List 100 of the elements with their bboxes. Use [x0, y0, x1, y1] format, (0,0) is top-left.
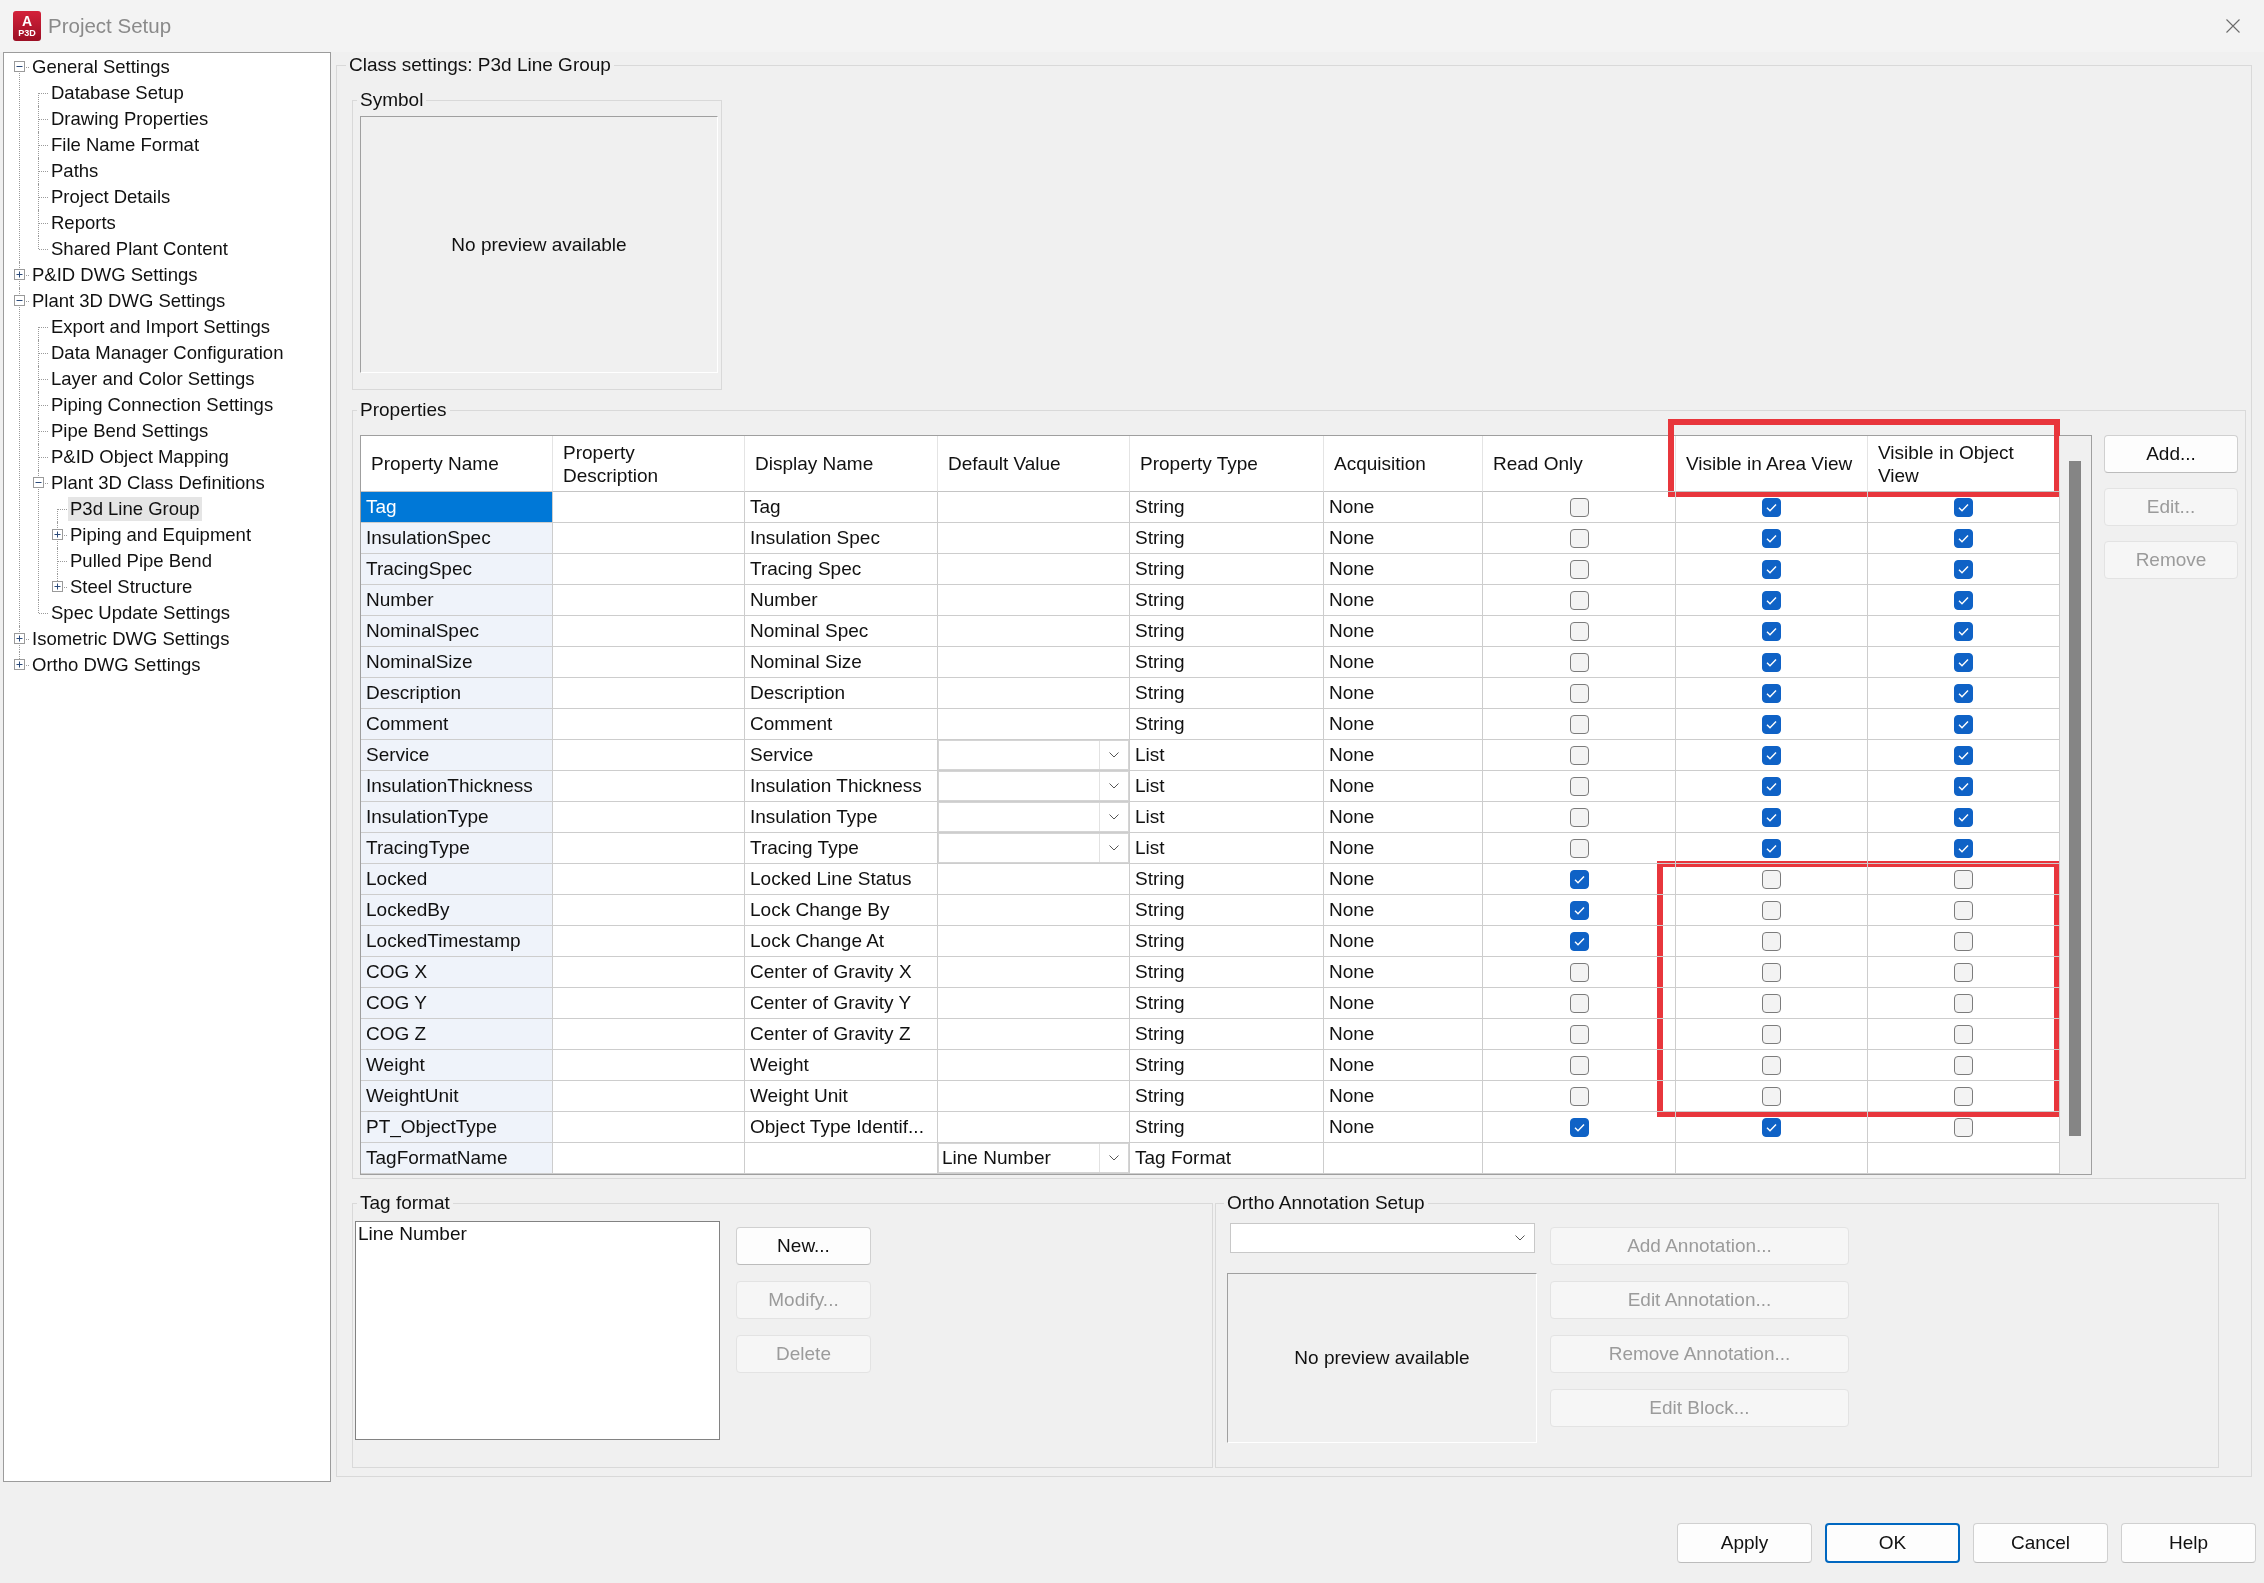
checkbox[interactable]: [1954, 1117, 1973, 1137]
plus-box-icon[interactable]: [52, 581, 63, 592]
checkbox[interactable]: [1569, 559, 1589, 579]
table-cell[interactable]: COG Y: [361, 988, 553, 1019]
plus-box-icon[interactable]: [14, 633, 25, 644]
tree-item[interactable]: General Settings: [30, 55, 172, 79]
checkbox[interactable]: [1954, 838, 1973, 858]
table-cell[interactable]: PT_ObjectType: [361, 1112, 553, 1143]
table-cell[interactable]: InsulationSpec: [361, 523, 553, 554]
tree-item[interactable]: Shared Plant Content: [49, 237, 230, 261]
tree-item[interactable]: Spec Update Settings: [49, 601, 232, 625]
table-cell[interactable]: TracingType: [361, 833, 553, 864]
table-cell[interactable]: Weight: [361, 1050, 553, 1081]
checkbox[interactable]: [1569, 869, 1589, 889]
table-cell[interactable]: Service: [361, 740, 553, 771]
table-cell[interactable]: TagFormatName: [361, 1143, 553, 1174]
column-header[interactable]: Visible in Area View: [1676, 436, 1868, 492]
checkbox[interactable]: [1954, 590, 1973, 610]
tree-item[interactable]: Paths: [49, 159, 101, 183]
checkbox[interactable]: [1569, 993, 1589, 1013]
table-cell[interactable]: NominalSize: [361, 647, 553, 678]
table-cell[interactable]: COG X: [361, 957, 553, 988]
checkbox[interactable]: [1954, 745, 1973, 765]
checkbox[interactable]: [1569, 497, 1589, 517]
checkbox[interactable]: [1569, 590, 1589, 610]
help-button[interactable]: Help: [2121, 1523, 2256, 1563]
apply-button[interactable]: Apply: [1677, 1523, 1812, 1563]
checkbox[interactable]: [1762, 528, 1781, 548]
default-value-dropdown[interactable]: Line Number: [938, 1143, 1129, 1173]
tree-item[interactable]: Pipe Bend Settings: [49, 419, 211, 443]
table-cell[interactable]: InsulationThickness: [361, 771, 553, 802]
tree-item[interactable]: Export and Import Settings: [49, 315, 273, 339]
checkbox[interactable]: [1954, 931, 1973, 951]
minus-box-icon[interactable]: [14, 295, 25, 306]
checkbox[interactable]: [1954, 497, 1973, 517]
add-button[interactable]: Add...: [2104, 435, 2238, 473]
tree-item[interactable]: Data Manager Configuration: [49, 341, 286, 365]
checkbox[interactable]: [1762, 621, 1781, 641]
checkbox[interactable]: [1954, 714, 1973, 734]
table-cell[interactable]: LockedBy: [361, 895, 553, 926]
checkbox[interactable]: [1762, 1024, 1781, 1044]
checkbox[interactable]: [1762, 931, 1781, 951]
checkbox[interactable]: [1762, 1117, 1781, 1137]
checkbox[interactable]: [1954, 621, 1973, 641]
checkbox[interactable]: [1569, 838, 1589, 858]
checkbox[interactable]: [1762, 838, 1781, 858]
checkbox[interactable]: [1954, 962, 1973, 982]
checkbox[interactable]: [1954, 1086, 1973, 1106]
table-cell[interactable]: Tag: [361, 492, 553, 523]
tree-item[interactable]: P3d Line Group: [68, 497, 202, 521]
table-cell[interactable]: NominalSpec: [361, 616, 553, 647]
column-header[interactable]: Display Name: [745, 436, 938, 492]
minus-box-icon[interactable]: [33, 477, 44, 488]
tree-item[interactable]: Plant 3D Class Definitions: [49, 471, 267, 495]
checkbox[interactable]: [1954, 993, 1973, 1013]
checkbox[interactable]: [1569, 1055, 1589, 1075]
checkbox[interactable]: [1954, 528, 1973, 548]
tree-item[interactable]: Piping Connection Settings: [49, 393, 276, 417]
checkbox[interactable]: [1569, 1024, 1589, 1044]
list-item[interactable]: Line Number: [358, 1223, 717, 1245]
tree-item[interactable]: Steel Structure: [68, 575, 195, 599]
column-header[interactable]: Property Type: [1130, 436, 1324, 492]
plus-box-icon[interactable]: [14, 269, 25, 280]
table-cell[interactable]: WeightUnit: [361, 1081, 553, 1112]
table-cell[interactable]: LockedTimestamp: [361, 926, 553, 957]
checkbox[interactable]: [1762, 683, 1781, 703]
checkbox[interactable]: [1762, 869, 1781, 889]
tag-format-list[interactable]: Line Number: [355, 1221, 720, 1440]
tree-item[interactable]: Pulled Pipe Bend: [68, 549, 214, 573]
checkbox[interactable]: [1569, 1117, 1589, 1137]
checkbox[interactable]: [1762, 900, 1781, 920]
scrollbar[interactable]: [2060, 436, 2091, 1174]
table-cell[interactable]: Number: [361, 585, 553, 616]
checkbox[interactable]: [1762, 1086, 1781, 1106]
checkbox[interactable]: [1954, 869, 1973, 889]
tree-item[interactable]: P&ID Object Mapping: [49, 445, 231, 469]
checkbox[interactable]: [1569, 714, 1589, 734]
table-cell[interactable]: Comment: [361, 709, 553, 740]
minus-box-icon[interactable]: [14, 61, 25, 72]
tree-item[interactable]: Plant 3D DWG Settings: [30, 289, 228, 313]
table-cell[interactable]: Locked: [361, 864, 553, 895]
checkbox[interactable]: [1762, 652, 1781, 672]
table-cell[interactable]: TracingSpec: [361, 554, 553, 585]
checkbox[interactable]: [1762, 1055, 1781, 1075]
table-cell[interactable]: Description: [361, 678, 553, 709]
checkbox[interactable]: [1762, 714, 1781, 734]
checkbox[interactable]: [1762, 745, 1781, 765]
checkbox[interactable]: [1762, 807, 1781, 827]
scrollbar-thumb[interactable]: [2069, 461, 2081, 1136]
checkbox[interactable]: [1954, 1024, 1973, 1044]
tree-item[interactable]: P&ID DWG Settings: [30, 263, 200, 287]
checkbox[interactable]: [1569, 807, 1589, 827]
checkbox[interactable]: [1569, 745, 1589, 765]
tree-item[interactable]: Project Details: [49, 185, 173, 209]
tree-item[interactable]: Isometric DWG Settings: [30, 627, 232, 651]
checkbox[interactable]: [1569, 962, 1589, 982]
checkbox[interactable]: [1762, 962, 1781, 982]
checkbox[interactable]: [1569, 528, 1589, 548]
checkbox[interactable]: [1569, 900, 1589, 920]
checkbox[interactable]: [1762, 559, 1781, 579]
